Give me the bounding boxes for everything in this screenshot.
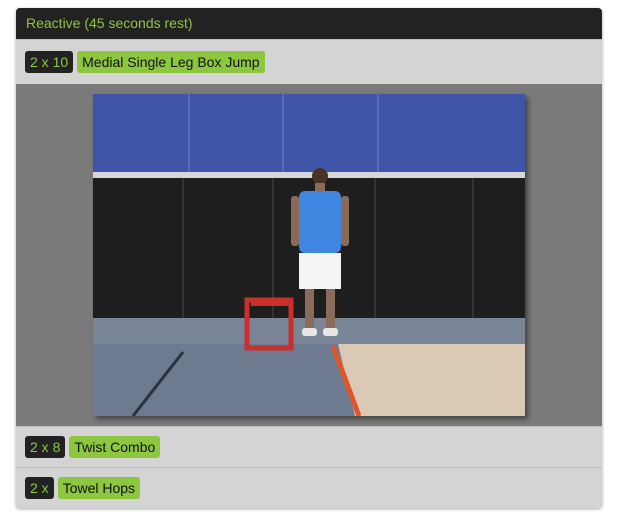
blue-floor [93, 344, 355, 416]
sets-badge: 2 x [25, 477, 54, 499]
sets-badge: 2 x 8 [25, 436, 66, 458]
exercise-tag[interactable]: 2 x 10 Medial Single Leg Box Jump [25, 51, 265, 73]
exercise-name-link[interactable]: Medial Single Leg Box Jump [77, 51, 265, 73]
exercise-tag[interactable]: 2 x Towel Hops [25, 477, 141, 499]
wood-floor [338, 344, 525, 416]
video-area [16, 84, 602, 426]
exercise-panel: Reactive (45 seconds rest) 2 x 10 Medial… [16, 8, 602, 508]
blue-wall [93, 94, 525, 176]
exercise-row[interactable]: 2 x 10 Medial Single Leg Box Jump [16, 39, 602, 84]
exercise-row[interactable]: 2 x Towel Hops [16, 467, 602, 508]
exercise-row[interactable]: 2 x 8 Twist Combo [16, 426, 602, 467]
exercise-name-link[interactable]: Twist Combo [69, 436, 161, 458]
exercise-tag[interactable]: 2 x 8 Twist Combo [25, 436, 161, 458]
section-title: Reactive (45 seconds rest) [16, 8, 602, 39]
exercise-video[interactable] [93, 94, 525, 416]
sets-badge: 2 x 10 [25, 51, 74, 73]
exercise-name-link[interactable]: Towel Hops [57, 477, 141, 499]
